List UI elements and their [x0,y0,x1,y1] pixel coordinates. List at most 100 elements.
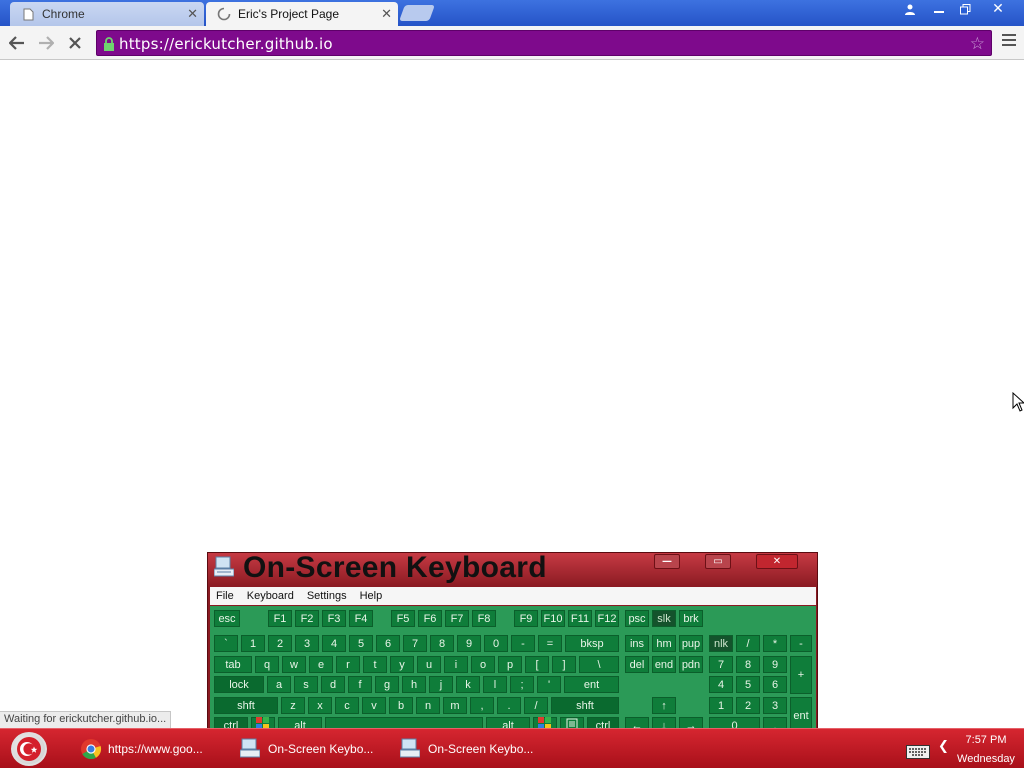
key-f11[interactable]: F11 [568,610,592,627]
key-m[interactable]: m [443,697,467,714]
key-home[interactable]: hm [652,635,676,652]
key-d[interactable]: d [321,676,345,693]
key-n[interactable]: n [416,697,440,714]
key-f2[interactable]: F2 [295,610,319,627]
key-num-5[interactable]: 5 [736,676,760,693]
key-3[interactable]: 3 [295,635,319,652]
key-del[interactable]: del [625,656,649,673]
on-screen-keyboard-window[interactable]: On-Screen Keyboard — ▭ ✕ File Keyboard S… [207,551,818,736]
taskbar-item-osk-2[interactable]: On-Screen Keybo... [399,737,533,761]
key-capslock[interactable]: lock [214,676,264,693]
key-x[interactable]: x [308,697,332,714]
key-right-bracket[interactable]: ] [552,656,576,673]
key-y[interactable]: y [390,656,414,673]
key-5[interactable]: 5 [349,635,373,652]
key-minus[interactable]: - [511,635,535,652]
bookmark-star-icon[interactable]: ☆ [970,34,985,54]
osk-maximize-button[interactable]: ▭ [705,554,731,569]
start-button[interactable] [11,732,47,766]
close-window-button[interactable]: ✕ [986,0,1010,18]
url-text[interactable]: https://erickutcher.github.io [119,35,333,53]
tray-keyboard-icon[interactable] [906,744,930,759]
menu-icon[interactable] [1002,34,1016,48]
osk-minimize-button[interactable]: — [654,554,680,569]
key-quote[interactable]: ' [537,676,561,693]
key-comma[interactable]: , [470,697,494,714]
close-tab-icon[interactable]: ✕ [381,6,392,22]
lock-icon[interactable] [103,36,115,51]
key-7[interactable]: 7 [403,635,427,652]
key-enter[interactable]: ent [564,676,619,693]
key-num-8[interactable]: 8 [736,656,760,673]
key-num-4[interactable]: 4 [709,676,733,693]
key-4[interactable]: 4 [322,635,346,652]
key-8[interactable]: 8 [430,635,454,652]
stop-loading-button[interactable] [64,32,86,54]
key-ins[interactable]: ins [625,635,649,652]
menu-keyboard[interactable]: Keyboard [247,590,294,602]
key-v[interactable]: v [362,697,386,714]
tray-clock[interactable]: 7:57 PM Wednesday [954,731,1018,769]
key-num-2[interactable]: 2 [736,697,760,714]
key-e[interactable]: e [309,656,333,673]
key-f3[interactable]: F3 [322,610,346,627]
key-r[interactable]: r [336,656,360,673]
key-f[interactable]: f [348,676,372,693]
key-slk[interactable]: slk [652,610,676,627]
key-f12[interactable]: F12 [595,610,619,627]
new-tab-button[interactable] [399,5,435,21]
key-backslash[interactable]: \ [579,656,619,673]
key-z[interactable]: z [281,697,305,714]
key-left-bracket[interactable]: [ [525,656,549,673]
key-num-minus[interactable]: - [790,635,812,652]
key-semicolon[interactable]: ; [510,676,534,693]
key-f10[interactable]: F10 [541,610,565,627]
key-f9[interactable]: F9 [514,610,538,627]
key-o[interactable]: o [471,656,495,673]
key-w[interactable]: w [282,656,306,673]
key-f8[interactable]: F8 [472,610,496,627]
taskbar-item-chrome[interactable]: https://www.goo... [80,737,203,761]
key-num-7[interactable]: 7 [709,656,733,673]
key-numlock[interactable]: nlk [709,635,733,652]
key-6[interactable]: 6 [376,635,400,652]
key-num-9[interactable]: 9 [763,656,787,673]
key-left-shift[interactable]: shft [214,697,278,714]
key-g[interactable]: g [375,676,399,693]
taskbar-item-osk-1[interactable]: On-Screen Keybo... [239,737,373,761]
key-right-shift[interactable]: shft [551,697,619,714]
key-esc[interactable]: esc [214,610,240,627]
menu-settings[interactable]: Settings [307,590,347,602]
key-a[interactable]: a [267,676,291,693]
menu-file[interactable]: File [216,590,234,602]
key-k[interactable]: k [456,676,480,693]
key-q[interactable]: q [255,656,279,673]
key-f7[interactable]: F7 [445,610,469,627]
key-arrow-up[interactable]: ↑ [652,697,676,714]
minimize-button[interactable] [928,0,950,18]
forward-button[interactable] [35,32,57,54]
key-s[interactable]: s [294,676,318,693]
key-f1[interactable]: F1 [268,610,292,627]
key-f5[interactable]: F5 [391,610,415,627]
restore-button[interactable] [954,0,976,18]
tab-chrome[interactable]: Chrome ✕ [10,2,204,26]
key-slash[interactable]: / [524,697,548,714]
key-backtick[interactable]: ` [214,635,238,652]
key-l[interactable]: l [483,676,507,693]
key-2[interactable]: 2 [268,635,292,652]
menu-help[interactable]: Help [360,590,383,602]
key-equals[interactable]: = [538,635,562,652]
key-pgdn[interactable]: pdn [679,656,703,673]
tray-expand-icon[interactable]: ❮ [938,739,949,754]
key-h[interactable]: h [402,676,426,693]
key-f4[interactable]: F4 [349,610,373,627]
tab-erics-project-page[interactable]: Eric's Project Page ✕ [206,2,398,26]
osk-close-button[interactable]: ✕ [756,554,798,569]
address-bar[interactable]: https://erickutcher.github.io ☆ [96,30,992,56]
osk-title-bar[interactable]: On-Screen Keyboard — ▭ ✕ [208,551,817,587]
key-j[interactable]: j [429,676,453,693]
key-p[interactable]: p [498,656,522,673]
key-num-multiply[interactable]: * [763,635,787,652]
key-num-6[interactable]: 6 [763,676,787,693]
